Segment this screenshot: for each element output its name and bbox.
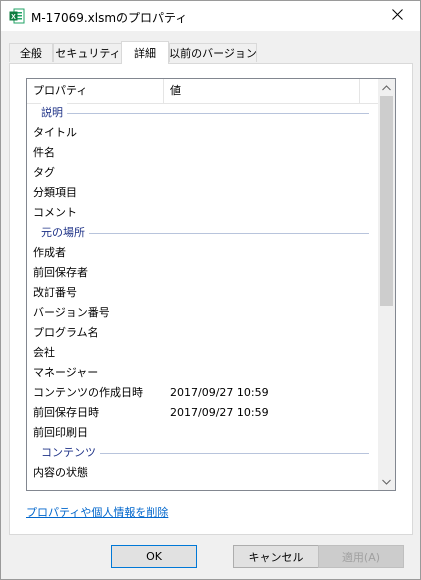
property-rows: 説明 タイトル 件名 タグ 分類項目 コメント 元の場所 作成者 前回保存者 改… — [27, 103, 379, 483]
scroll-up-button[interactable] — [378, 79, 395, 96]
list-item[interactable]: コメント — [27, 203, 379, 223]
column-header-property[interactable]: プロパティ — [27, 79, 164, 103]
list-item[interactable]: 件名 — [27, 143, 379, 163]
list-item[interactable]: 内容の状態 — [27, 463, 379, 483]
group-header-content: コンテンツ — [27, 443, 379, 463]
list-item[interactable]: 前回印刷日 — [27, 423, 379, 443]
tab-previous-versions[interactable]: 以前のバージョン — [169, 43, 257, 62]
list-item[interactable]: 会社 — [27, 343, 379, 363]
list-item[interactable]: タグ — [27, 163, 379, 183]
scroll-down-button[interactable] — [378, 473, 395, 490]
chevron-up-icon — [382, 81, 391, 94]
list-item[interactable]: 作成者 — [27, 243, 379, 263]
list-item[interactable]: 前回保存者 — [27, 263, 379, 283]
list-item[interactable]: バージョン番号 — [27, 303, 379, 323]
property-list[interactable]: プロパティ 値 説明 タイトル 件名 タグ 分類項目 コメント 元の場所 作成者… — [26, 78, 396, 491]
list-item[interactable]: プログラム名 — [27, 323, 379, 343]
group-header-description: 説明 — [27, 103, 379, 123]
list-item[interactable]: マネージャー — [27, 363, 379, 383]
ok-button[interactable]: OK — [111, 545, 197, 568]
close-icon — [391, 9, 403, 23]
list-item[interactable]: 分類項目 — [27, 183, 379, 203]
list-item[interactable]: 前回保存日時 2017/09/27 10:59 — [27, 403, 379, 423]
list-header: プロパティ 値 — [27, 79, 379, 104]
svg-text:X: X — [11, 14, 16, 21]
cancel-button[interactable]: キャンセル — [233, 545, 319, 568]
tab-details[interactable]: 詳細 — [121, 41, 169, 64]
close-button[interactable] — [374, 1, 420, 31]
properties-dialog: X M-17069.xlsmのプロパティ 全般 セキュリティ 詳細 以前のバージ… — [0, 0, 421, 580]
tab-general[interactable]: 全般 — [9, 43, 53, 62]
scroll-thumb[interactable] — [380, 96, 393, 306]
list-item[interactable]: 改訂番号 — [27, 283, 379, 303]
tab-security[interactable]: セキュリティ — [53, 43, 123, 62]
remove-properties-link[interactable]: プロパティや個人情報を削除 — [26, 504, 168, 520]
list-item[interactable]: コンテンツの作成日時 2017/09/27 10:59 — [27, 383, 379, 403]
title-bar: X M-17069.xlsmのプロパティ — [1, 1, 420, 31]
apply-button[interactable]: 適用(A) — [318, 545, 404, 568]
excel-file-icon: X — [9, 8, 25, 24]
column-header-value[interactable]: 値 — [164, 79, 360, 103]
group-header-origin: 元の場所 — [27, 223, 379, 243]
tab-strip: 全般 セキュリティ 詳細 以前のバージョン — [9, 41, 414, 64]
chevron-down-icon — [382, 475, 391, 488]
window-title: M-17069.xlsmのプロパティ — [31, 11, 188, 25]
details-panel: プロパティ 値 説明 タイトル 件名 タグ 分類項目 コメント 元の場所 作成者… — [9, 63, 413, 535]
vertical-scrollbar[interactable] — [378, 79, 395, 490]
list-item[interactable]: タイトル — [27, 123, 379, 143]
